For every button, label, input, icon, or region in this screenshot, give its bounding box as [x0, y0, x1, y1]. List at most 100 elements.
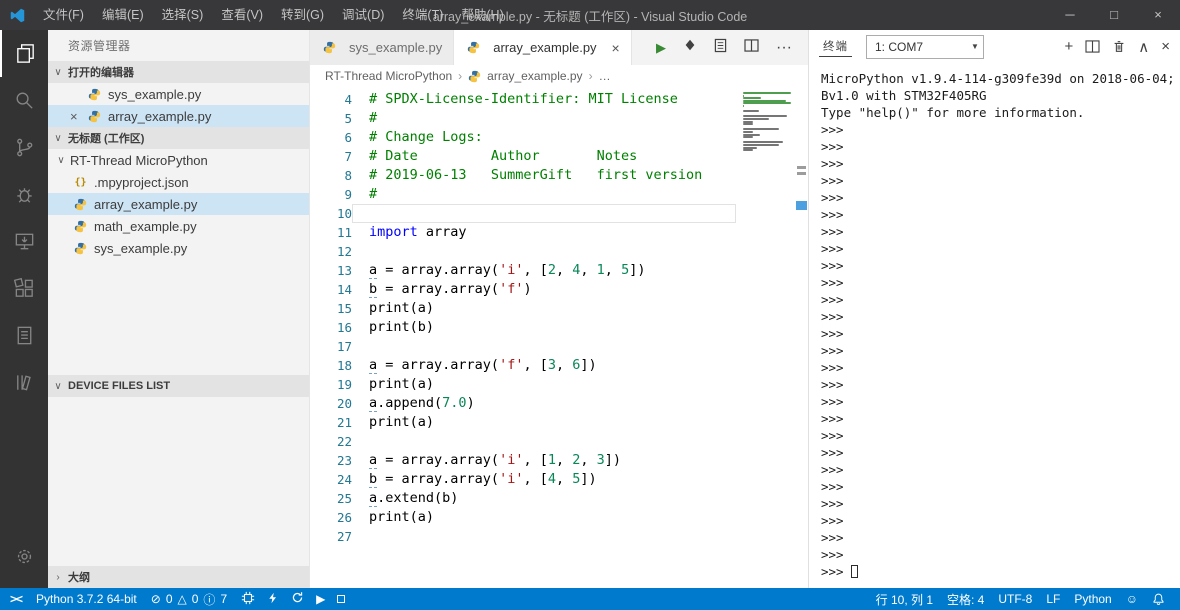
code-line[interactable]: 21 print(a) — [310, 413, 808, 432]
line-number[interactable]: 12 — [310, 242, 352, 261]
indentation-item[interactable]: 空格: 4 — [940, 588, 991, 610]
code-line[interactable]: 9 # — [310, 185, 808, 204]
tab-sys-example[interactable]: sys_example.py — [310, 30, 455, 65]
line-number[interactable]: 26 — [310, 508, 352, 527]
settings-gear-icon[interactable] — [0, 533, 48, 580]
menu-item[interactable]: 编辑(E) — [93, 0, 153, 30]
code-line[interactable]: 16 print(b) — [310, 318, 808, 337]
close-window-button[interactable]: × — [1136, 0, 1180, 30]
line-number[interactable]: 21 — [310, 413, 352, 432]
split-terminal-button[interactable] — [1085, 40, 1100, 53]
line-number[interactable]: 27 — [310, 527, 352, 546]
line-number[interactable]: 9 — [310, 185, 352, 204]
open-editor-item[interactable]: × array_example.py — [48, 105, 309, 127]
sync-icon[interactable] — [291, 591, 304, 607]
line-number[interactable]: 6 — [310, 128, 352, 147]
tree-file-item[interactable]: array_example.py — [48, 193, 309, 215]
code-line[interactable]: 26 print(a) — [310, 508, 808, 527]
stop-icon[interactable] — [337, 595, 346, 603]
line-number[interactable]: 4 — [310, 90, 352, 109]
breadcrumb-item[interactable]: … — [599, 69, 611, 83]
code-line[interactable]: 24 b = array.array('i', [4, 5]) — [310, 470, 808, 489]
breadcrumb-item[interactable]: RT-Thread MicroPython — [325, 69, 452, 83]
line-number[interactable]: 7 — [310, 147, 352, 166]
search-icon[interactable] — [0, 77, 48, 124]
breadcrumb-item[interactable]: array_example.py — [487, 69, 582, 83]
tree-folder-item[interactable]: ∨ RT-Thread MicroPython — [48, 149, 309, 171]
open-editor-item[interactable]: sys_example.py — [48, 83, 309, 105]
device-files-header[interactable]: ∨ DEVICE FILES LIST — [48, 375, 309, 397]
explorer-icon[interactable] — [0, 30, 48, 77]
menu-item[interactable]: 查看(V) — [212, 0, 272, 30]
line-number[interactable]: 22 — [310, 432, 352, 451]
extensions-icon[interactable] — [0, 265, 48, 312]
eol-item[interactable]: LF — [1039, 588, 1067, 610]
menu-item[interactable]: 转到(G) — [272, 0, 333, 30]
device-download-icon[interactable] — [0, 218, 48, 265]
kill-terminal-button[interactable] — [1112, 39, 1126, 54]
line-number[interactable]: 16 — [310, 318, 352, 337]
cursor-position-item[interactable]: 行 10, 列 1 — [869, 588, 940, 610]
code-line[interactable]: 12 — [310, 242, 808, 261]
code-line[interactable]: 17 — [310, 337, 808, 356]
terminal-title[interactable]: 终端 — [819, 36, 852, 57]
code-line[interactable]: 15 print(a) — [310, 299, 808, 318]
new-terminal-button[interactable]: + — [1064, 38, 1073, 55]
maximize-panel-button[interactable]: ∧ — [1138, 38, 1149, 56]
code-line[interactable]: 13 a = array.array('i', [2, 4, 1, 5]) — [310, 261, 808, 280]
line-number[interactable]: 20 — [310, 394, 352, 413]
code-line[interactable]: 7 # Date Author Notes — [310, 147, 808, 166]
line-number[interactable]: 10 — [310, 204, 352, 223]
code-line[interactable]: 11 import array — [310, 223, 808, 242]
notebook-icon[interactable] — [0, 312, 48, 359]
more-actions-icon[interactable]: ··· — [776, 39, 792, 57]
code-line[interactable]: 25 a.extend(b) — [310, 489, 808, 508]
menu-item[interactable]: 文件(F) — [34, 0, 93, 30]
python-version-item[interactable]: Python 3.7.2 64-bit — [29, 588, 144, 610]
code-line[interactable]: 4 # SPDX-License-Identifier: MIT License — [310, 90, 808, 109]
editor-scrollbar[interactable] — [795, 87, 808, 588]
open-editors-header[interactable]: ∨ 打开的编辑器 — [48, 61, 309, 83]
code-line[interactable]: 10 — [310, 204, 808, 223]
run-button[interactable]: ▶ — [656, 40, 666, 56]
line-number[interactable]: 19 — [310, 375, 352, 394]
menu-item[interactable]: 终端(T) — [393, 0, 452, 30]
encoding-item[interactable]: UTF-8 — [991, 588, 1039, 610]
code-line[interactable]: 5 # — [310, 109, 808, 128]
menu-item[interactable]: 选择(S) — [153, 0, 213, 30]
line-number[interactable]: 13 — [310, 261, 352, 280]
line-number[interactable]: 17 — [310, 337, 352, 356]
code-line[interactable]: 14 b = array.array('f') — [310, 280, 808, 299]
code-line[interactable]: 20 a.append(7.0) — [310, 394, 808, 413]
close-tab-icon[interactable]: × — [612, 40, 620, 56]
language-item[interactable]: Python — [1067, 588, 1118, 610]
menu-item[interactable]: 调试(D) — [333, 0, 393, 30]
close-icon[interactable]: × — [70, 109, 86, 124]
remote-icon[interactable]: >< — [0, 588, 29, 610]
minimize-button[interactable]: ─ — [1048, 0, 1092, 30]
line-number[interactable]: 24 — [310, 470, 352, 489]
code-line[interactable]: 22 — [310, 432, 808, 451]
line-number[interactable]: 14 — [310, 280, 352, 299]
line-number[interactable]: 5 — [310, 109, 352, 128]
terminal-dropdown[interactable]: 1: COM7 ▼ — [866, 34, 984, 59]
menu-item[interactable]: 帮助(H) — [452, 0, 512, 30]
outline-header[interactable]: › 大纲 — [48, 566, 309, 588]
maximize-button[interactable]: □ — [1092, 0, 1136, 30]
line-number[interactable]: 15 — [310, 299, 352, 318]
code-line[interactable]: 23 a = array.array('i', [1, 2, 3]) — [310, 451, 808, 470]
terminal-content[interactable]: MicroPython v1.9.4-114-g309fe39d on 2018… — [809, 63, 1180, 588]
flash-download-icon[interactable] — [683, 38, 697, 57]
run-status-icon[interactable]: ▶ — [316, 592, 325, 606]
line-number[interactable]: 8 — [310, 166, 352, 185]
feedback-smiley-icon[interactable]: ☺ — [1119, 588, 1145, 610]
code-editor[interactable]: 4 # SPDX-License-Identifier: MIT License 5… — [310, 87, 808, 588]
library-icon[interactable] — [0, 359, 48, 406]
debug-icon[interactable] — [0, 171, 48, 218]
code-line[interactable]: 18 a = array.array('f', [3, 6]) — [310, 356, 808, 375]
close-panel-button[interactable]: × — [1161, 38, 1170, 55]
notifications-bell-icon[interactable] — [1145, 588, 1172, 610]
open-preview-icon[interactable] — [714, 38, 727, 58]
code-line[interactable]: 6 # Change Logs: — [310, 128, 808, 147]
workspace-header[interactable]: ∨ 无标题 (工作区) — [48, 127, 309, 149]
